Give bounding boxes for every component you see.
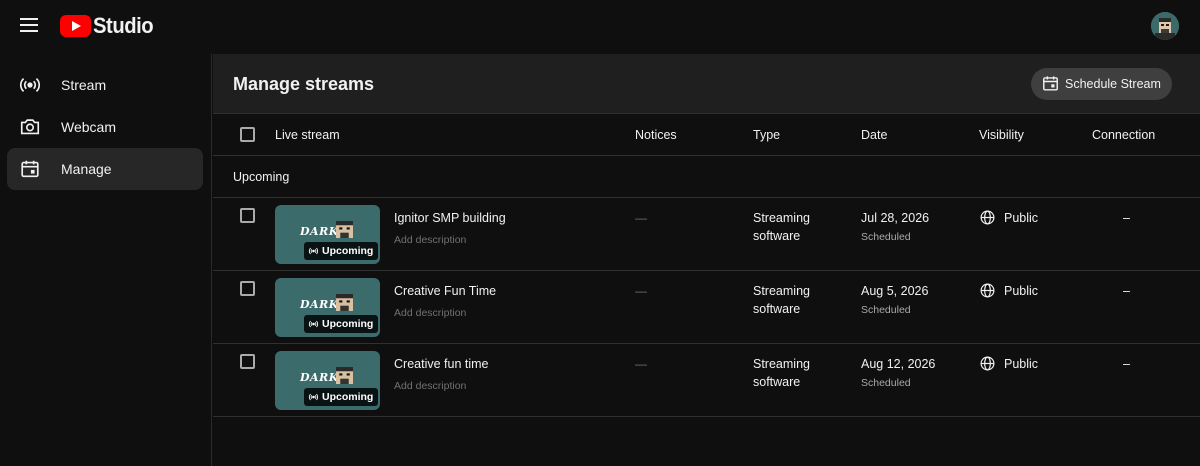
schedule-stream-button[interactable]: Schedule Stream — [1031, 68, 1172, 100]
stream-description[interactable]: Add description — [394, 234, 466, 246]
stream-type-line1: Streaming — [753, 211, 810, 225]
stream-type-line2: software — [753, 229, 801, 243]
stream-date: Aug 5, 2026 — [861, 284, 929, 298]
stream-title[interactable]: Creative fun time — [394, 357, 488, 371]
visibility-value[interactable]: Public — [1004, 284, 1038, 298]
row-checkbox[interactable] — [240, 354, 255, 369]
upcoming-badge: Upcoming — [304, 388, 379, 406]
stream-thumbnail[interactable]: DARKE Upcoming — [275, 205, 380, 264]
main-content: Manage streams Schedule Stream Live stre… — [213, 54, 1200, 466]
studio-logo[interactable]: Studio — [60, 13, 158, 39]
column-header-notices: Notices — [635, 128, 677, 142]
logo-text: Studio — [93, 13, 154, 38]
stream-thumbnail[interactable]: DARKE Upcoming — [275, 351, 380, 410]
stream-status: Scheduled — [861, 304, 911, 316]
character-face-icon — [336, 294, 353, 311]
camera-icon — [20, 119, 40, 135]
badge-label: Upcoming — [322, 318, 374, 330]
badge-label: Upcoming — [322, 391, 374, 403]
divider — [213, 155, 1200, 156]
sidebar-item-label: Stream — [61, 77, 107, 93]
stream-description[interactable]: Add description — [394, 380, 466, 392]
column-header-live-stream[interactable]: Live stream — [275, 128, 340, 142]
select-all-checkbox[interactable] — [240, 127, 255, 142]
globe-icon — [980, 283, 995, 298]
schedule-stream-label: Schedule Stream — [1065, 77, 1161, 91]
divider — [213, 197, 1200, 198]
divider — [213, 270, 1200, 271]
row-checkbox[interactable] — [240, 281, 255, 296]
youtube-logo-icon — [60, 15, 91, 37]
sidebar-item-manage[interactable]: Manage — [7, 148, 203, 190]
upcoming-badge: Upcoming — [304, 242, 379, 260]
globe-icon — [980, 210, 995, 225]
stream-date: Aug 12, 2026 — [861, 357, 936, 371]
visibility-value[interactable]: Public — [1004, 211, 1038, 225]
badge-label: Upcoming — [322, 245, 374, 257]
notices-value: — — [635, 357, 647, 371]
row-checkbox[interactable] — [240, 208, 255, 223]
notices-value: — — [635, 211, 647, 225]
notices-value: — — [635, 284, 647, 298]
connection-value: – — [1123, 211, 1130, 225]
divider — [213, 343, 1200, 344]
calendar-icon — [1043, 76, 1058, 91]
connection-value: – — [1123, 284, 1130, 298]
character-face-icon — [336, 221, 353, 238]
sidebar-item-webcam[interactable]: Webcam — [7, 106, 203, 148]
stream-description[interactable]: Add description — [394, 307, 466, 319]
column-header-connection: Connection — [1092, 128, 1156, 142]
sidebar-item-label: Manage — [61, 161, 112, 177]
globe-icon — [980, 356, 995, 371]
stream-status: Scheduled — [861, 231, 911, 243]
section-label-upcoming: Upcoming — [233, 170, 290, 184]
upcoming-badge: Upcoming — [304, 315, 379, 333]
top-bar: Studio — [0, 0, 1200, 54]
sidebar-item-label: Webcam — [61, 119, 116, 135]
stream-type-line2: software — [753, 302, 801, 316]
visibility-value[interactable]: Public — [1004, 357, 1038, 371]
character-face-icon — [336, 367, 353, 384]
stream-title[interactable]: Creative Fun Time — [394, 284, 496, 298]
column-header-type: Type — [753, 128, 781, 142]
column-header-visibility: Visibility — [979, 128, 1024, 142]
calendar-icon — [21, 160, 39, 178]
connection-value: – — [1123, 357, 1130, 371]
broadcast-icon — [308, 320, 319, 328]
broadcast-icon — [19, 77, 41, 93]
sidebar-item-stream[interactable]: Stream — [7, 64, 203, 106]
broadcast-icon — [308, 393, 319, 401]
page-title: Manage streams — [233, 74, 375, 94]
divider — [213, 416, 1200, 417]
divider — [213, 113, 1200, 114]
stream-type-line1: Streaming — [753, 357, 810, 371]
stream-type-line1: Streaming — [753, 284, 810, 298]
menu-icon[interactable] — [20, 18, 38, 32]
stream-status: Scheduled — [861, 377, 911, 389]
avatar[interactable] — [1151, 12, 1179, 40]
column-header-date[interactable]: Date — [861, 128, 887, 142]
stream-title[interactable]: Ignitor SMP building — [394, 211, 506, 225]
page-header: Manage streams Schedule Stream — [213, 54, 1200, 114]
sidebar: Stream Webcam Manage — [0, 54, 212, 466]
stream-type-line2: software — [753, 375, 801, 389]
stream-date: Jul 28, 2026 — [861, 211, 930, 225]
broadcast-icon — [308, 247, 319, 255]
stream-thumbnail[interactable]: DARKE Upcoming — [275, 278, 380, 337]
